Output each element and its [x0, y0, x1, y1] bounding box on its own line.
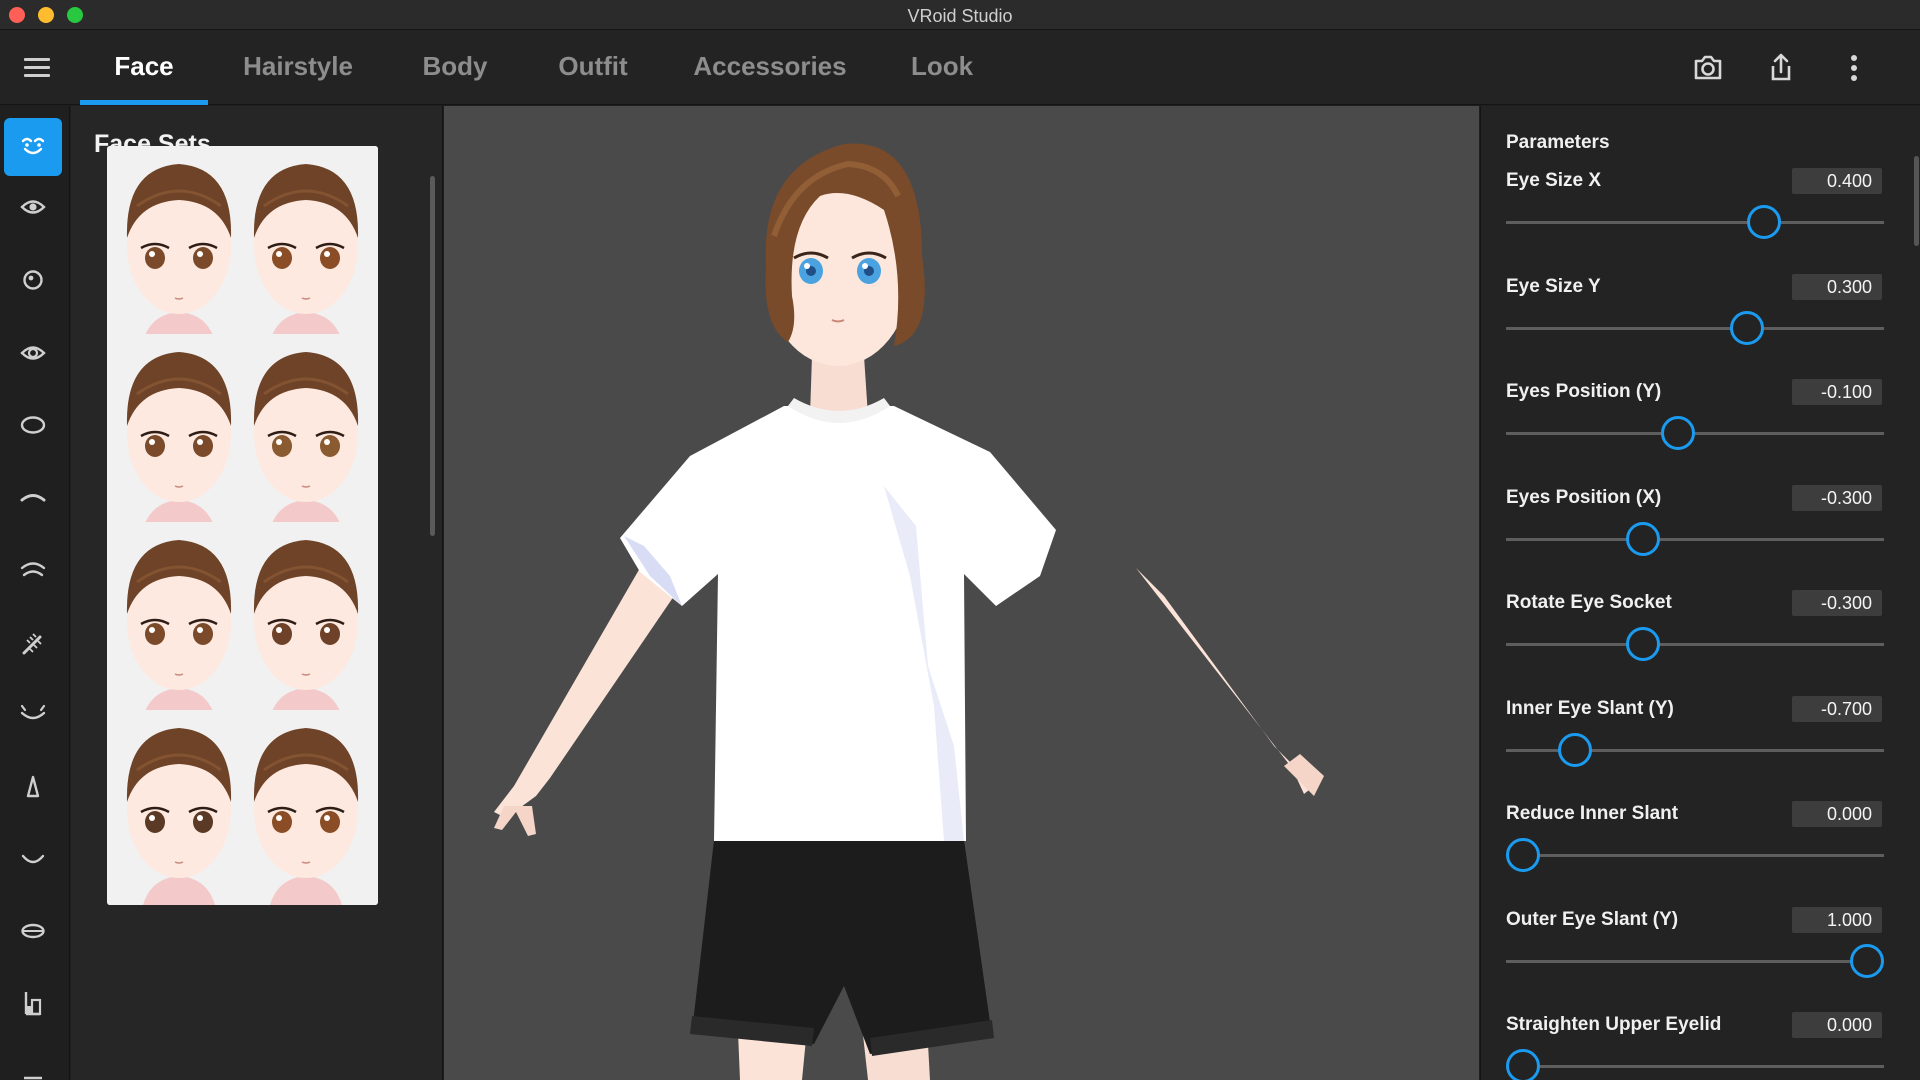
eyeline-icon[interactable] [4, 468, 62, 526]
tab-look[interactable]: Look [897, 30, 987, 105]
parameter-slider-track[interactable] [1506, 959, 1884, 963]
3d-viewport[interactable] [444, 106, 1479, 1080]
more-icon[interactable] [4, 1036, 62, 1080]
parameter-value-field[interactable]: 0.000 [1792, 1012, 1882, 1038]
face-sets-panel: Face Sets [71, 106, 443, 1080]
face-set-thumbnail[interactable] [234, 522, 378, 717]
parameter-label: Straighten Upper Eyelid [1506, 1014, 1722, 1035]
parameter-value-field[interactable]: -0.700 [1792, 695, 1882, 722]
parameters-panel: Parameters Eye Size X 0.400 Eye Size Y 0.30… [1480, 106, 1920, 1080]
parameter-label: Rotate Eye Socket [1506, 592, 1672, 613]
tab-accessories[interactable]: Accessories [688, 30, 852, 105]
export-icon[interactable] [1763, 50, 1799, 86]
parameter-label: Inner Eye Slant (Y) [1506, 697, 1674, 719]
face-set-thumbnail[interactable] [107, 522, 251, 717]
face-set-thumbnail[interactable] [234, 146, 378, 341]
parameter-slider-track[interactable] [1506, 854, 1884, 857]
eye-highlight-icon[interactable] [4, 324, 62, 382]
parameter-label: Eyes Position (X) [1506, 486, 1662, 508]
parameter-slider-track[interactable] [1506, 432, 1884, 435]
parameter-slider-thumb[interactable] [1557, 732, 1592, 767]
top-navigation: Face Hairstyle Body Outfit Accessories L… [0, 30, 1920, 105]
parameter-label: Reduce Inner Slant [1506, 803, 1679, 824]
eyebrow-icon[interactable] [4, 540, 62, 598]
title-bar: VRoid Studio [0, 0, 1920, 30]
parameter-value-field[interactable]: -0.100 [1792, 379, 1882, 405]
iris-icon[interactable] [4, 251, 62, 309]
parameter-slider-track[interactable] [1506, 537, 1884, 541]
parameter-label: Eye Size Y [1506, 275, 1601, 297]
face-sets-scrollbar[interactable] [430, 176, 435, 536]
camera-icon[interactable] [1690, 50, 1726, 86]
face-set-thumbnail[interactable] [107, 146, 251, 341]
more-vertical-icon[interactable] [1836, 50, 1872, 86]
face-set-icon[interactable] [4, 118, 62, 176]
eyelash-icon[interactable] [4, 614, 62, 672]
parameters-title: Parameters [1506, 132, 1610, 153]
parameter-value-field[interactable]: 0.400 [1792, 168, 1882, 194]
menu-icon[interactable] [24, 58, 50, 78]
tab-outfit[interactable]: Outfit [540, 30, 646, 105]
avatar-right-arm [1136, 568, 1314, 794]
face-set-thumbnail[interactable] [234, 334, 378, 529]
parameter-value-field[interactable]: 1.000 [1792, 906, 1882, 933]
avatar-model [494, 143, 1324, 1080]
face-set-thumbnail[interactable] [107, 710, 251, 905]
parameter-slider-thumb[interactable] [1506, 838, 1540, 872]
avatar-left-arm [494, 568, 674, 818]
face-set-thumbnail[interactable] [234, 710, 378, 905]
eyelid-icon[interactable] [4, 686, 62, 744]
avatar-shirt [620, 406, 1056, 841]
tab-hairstyle[interactable]: Hairstyle [230, 30, 366, 105]
face-set-thumbnail[interactable] [107, 334, 251, 529]
lips-icon[interactable] [4, 902, 62, 960]
eye-white-icon[interactable] [4, 396, 62, 454]
parameter-slider-thumb[interactable] [1506, 1049, 1540, 1080]
category-rail [0, 106, 70, 1080]
parameters-scrollbar[interactable] [1914, 156, 1919, 246]
parameter-value-field[interactable]: -0.300 [1792, 590, 1882, 616]
parameter-slider-thumb[interactable] [1729, 310, 1764, 345]
parameter-slider-track[interactable] [1506, 643, 1884, 646]
parameter-slider-track[interactable] [1506, 221, 1884, 224]
parameter-label: Eyes Position (Y) [1506, 381, 1662, 402]
mouth-icon[interactable] [4, 830, 62, 888]
parameter-slider-thumb[interactable] [1746, 205, 1781, 239]
window-title: VRoid Studio [907, 6, 1013, 26]
tab-body[interactable]: Body [400, 30, 510, 105]
parameter-value-field[interactable]: -0.300 [1792, 484, 1882, 511]
tab-face[interactable]: Face [80, 30, 208, 105]
parameter-label: Outer Eye Slant (Y) [1506, 908, 1679, 930]
parameter-slider-thumb[interactable] [1626, 521, 1661, 556]
parameter-slider-thumb[interactable] [1660, 416, 1695, 450]
eye-icon[interactable] [4, 178, 62, 236]
parameter-label: Eye Size X [1506, 170, 1602, 191]
parameter-slider-track[interactable] [1506, 1065, 1884, 1068]
parameter-value-field[interactable]: 0.300 [1792, 273, 1882, 300]
parameter-value-field[interactable]: 0.000 [1792, 801, 1882, 827]
body-shape-icon[interactable] [4, 974, 62, 1032]
parameter-slider-thumb[interactable] [1626, 627, 1661, 661]
parameter-slider-thumb[interactable] [1850, 943, 1884, 978]
parameter-slider-track[interactable] [1506, 326, 1884, 330]
nose-icon[interactable] [4, 758, 62, 816]
